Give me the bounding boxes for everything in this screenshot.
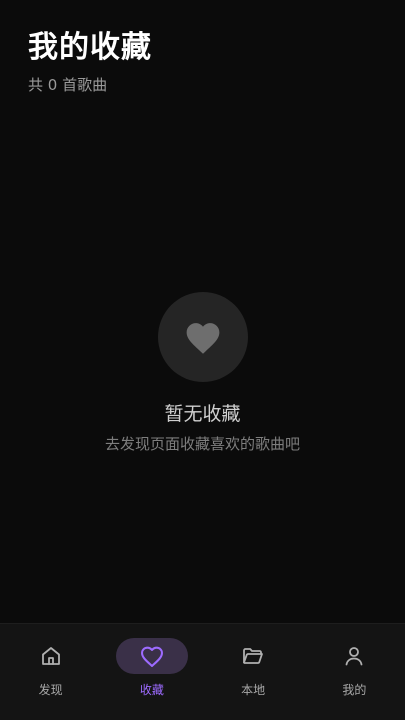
tab-icon-container [115, 638, 188, 674]
tab-discover[interactable]: 发现 [0, 624, 101, 720]
user-icon [345, 647, 363, 666]
empty-state-circle [157, 292, 248, 382]
bottom-tab-bar: 发现 收藏 本地 我的 [0, 623, 405, 720]
heart-icon [186, 323, 219, 354]
tab-label: 我的 [342, 683, 367, 697]
empty-state-hint: 去发现页面收藏喜欢的歌曲吧 [104, 435, 300, 453]
tab-label: 收藏 [139, 683, 164, 697]
tab-favorites[interactable]: 收藏 [101, 624, 202, 720]
tab-icon-container [15, 638, 87, 674]
tab-local[interactable]: 本地 [203, 624, 304, 720]
tab-icon-container [318, 638, 390, 674]
tab-profile[interactable]: 我的 [304, 624, 405, 720]
page-header: 我的收藏 共 0 首歌曲 [28, 26, 385, 96]
empty-state: 暂无收藏 去发现页面收藏喜欢的歌曲吧 [0, 292, 405, 455]
page-title: 我的收藏 [28, 30, 152, 65]
heart-outline-icon [140, 646, 163, 667]
home-icon [41, 647, 60, 665]
song-count: 共 0 首歌曲 [28, 76, 108, 94]
folder-icon [243, 648, 264, 664]
tab-icon-container [217, 638, 289, 674]
tab-label: 本地 [241, 683, 266, 697]
tab-label: 发现 [38, 683, 63, 697]
empty-state-title: 暂无收藏 [164, 403, 241, 425]
